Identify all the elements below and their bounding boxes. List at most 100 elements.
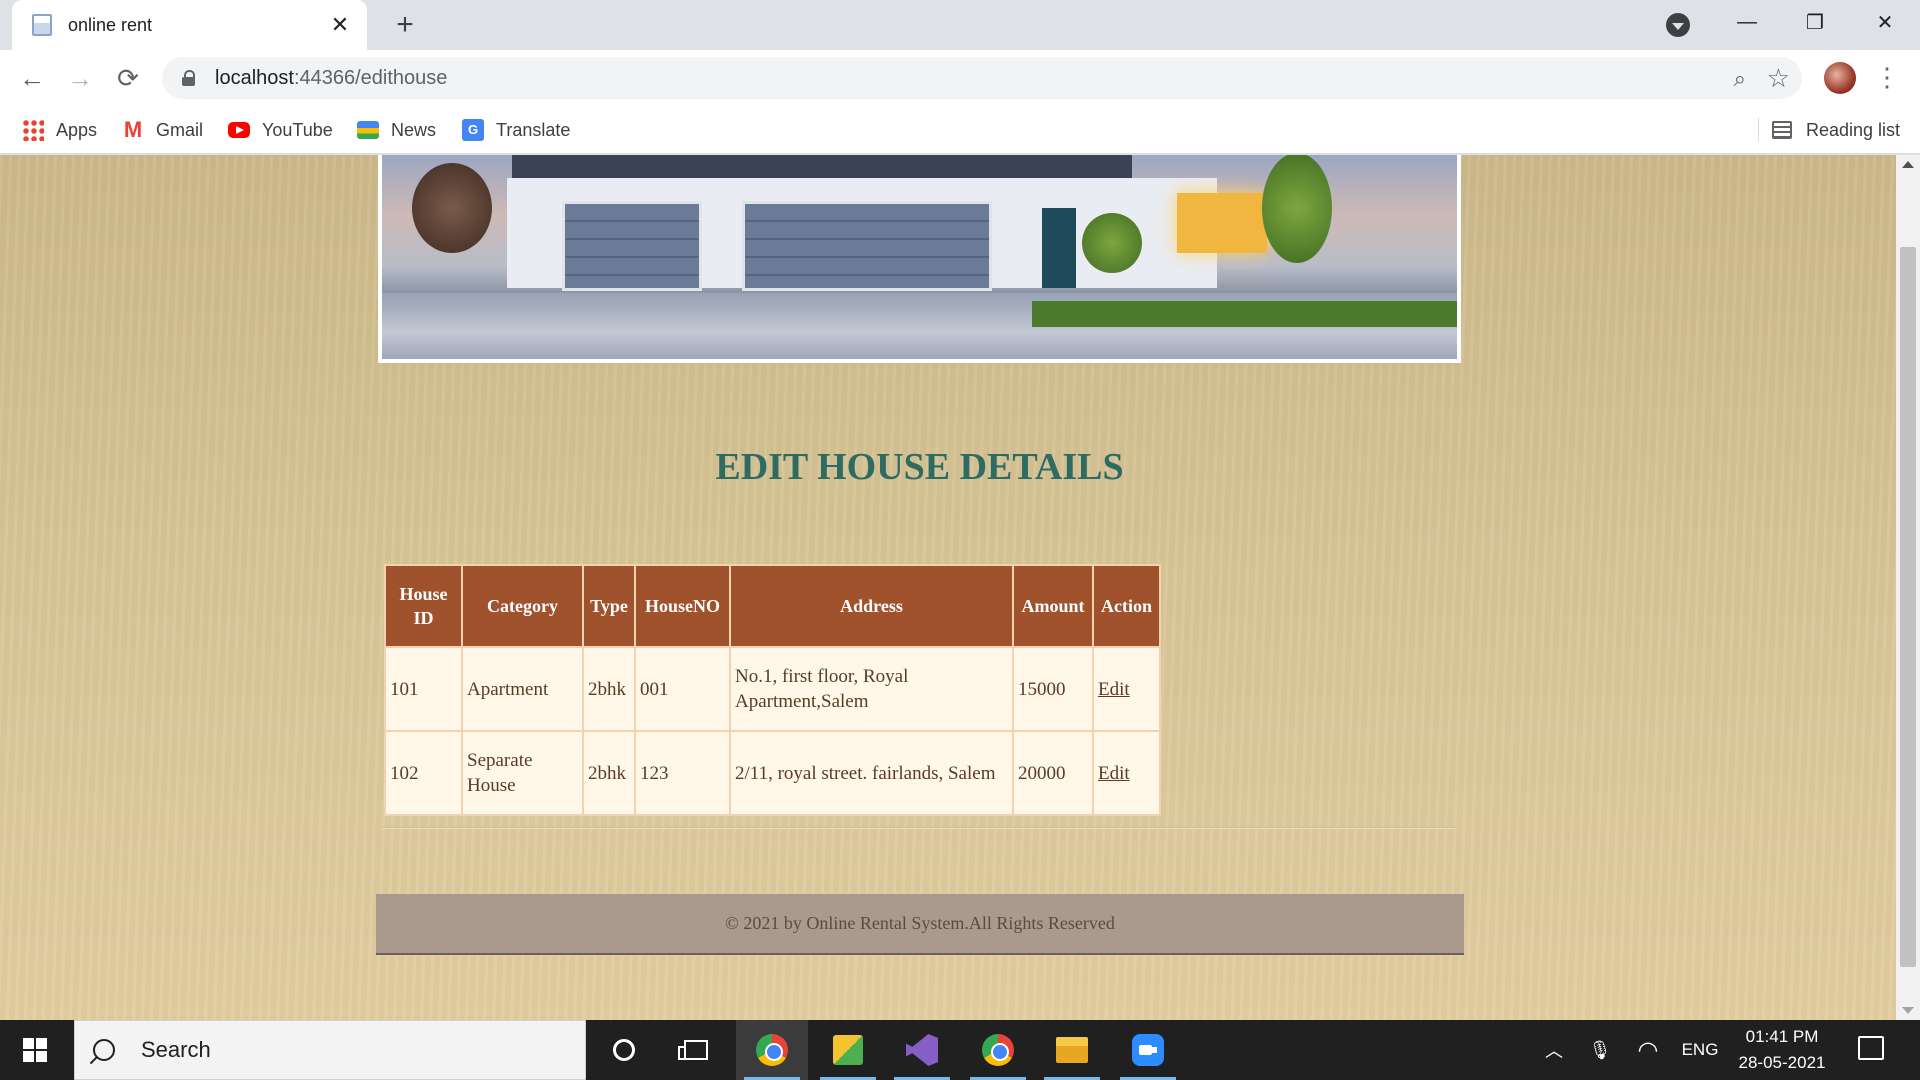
scroll-up-arrow-icon[interactable] bbox=[1902, 161, 1914, 168]
cell-amount: 20000 bbox=[1012, 730, 1094, 816]
bookmark-youtube[interactable]: YouTube bbox=[228, 106, 333, 154]
scroll-down-arrow-icon[interactable] bbox=[1902, 1007, 1914, 1014]
notification-center-icon[interactable] bbox=[1858, 1036, 1884, 1060]
bookmark-news[interactable]: News bbox=[357, 106, 436, 154]
edit-link[interactable]: Edit bbox=[1098, 763, 1130, 784]
visual-studio-icon bbox=[906, 1034, 938, 1066]
taskbar-visual-studio[interactable] bbox=[886, 1020, 958, 1080]
window-restore-button[interactable]: ❐ bbox=[1782, 0, 1848, 44]
cell-action: Edit bbox=[1092, 646, 1161, 732]
table-row: 101 Apartment 2bhk 001 No.1, first floor… bbox=[384, 646, 1161, 732]
url-path: :44366/edithouse bbox=[293, 66, 448, 89]
microphone-icon[interactable]: 🎙 bbox=[1582, 1020, 1618, 1080]
shrub-image bbox=[1082, 213, 1142, 273]
tab-strip: online rent ✕ + — ❐ ✕ bbox=[0, 0, 1920, 50]
page-viewport: EDIT HOUSE DETAILS House ID Category Typ… bbox=[0, 155, 1896, 1020]
reading-list-button[interactable]: Reading list bbox=[1772, 106, 1900, 154]
new-tab-button[interactable]: + bbox=[388, 8, 422, 42]
content-divider bbox=[382, 827, 1455, 829]
taskbar-chrome-active[interactable] bbox=[736, 1020, 808, 1080]
taskbar-xlaunch[interactable] bbox=[812, 1020, 884, 1080]
page-footer: © 2021 by Online Rental System.All Right… bbox=[376, 894, 1464, 955]
house-banner-image bbox=[382, 155, 1457, 359]
header-house-id: House ID bbox=[384, 564, 463, 648]
wifi-icon[interactable]: ◠ bbox=[1630, 1020, 1666, 1080]
bookmark-label: News bbox=[391, 119, 437, 140]
bookmark-gmail[interactable]: M Gmail bbox=[122, 106, 203, 154]
header-banner bbox=[378, 155, 1461, 363]
tree-right-image bbox=[1262, 155, 1332, 263]
header-category: Category bbox=[461, 564, 584, 648]
cell-house-id: 102 bbox=[384, 730, 463, 816]
forward-arrow-icon[interactable]: → bbox=[62, 60, 98, 96]
back-arrow-icon[interactable]: ← bbox=[14, 60, 50, 96]
gmail-icon: M bbox=[123, 117, 143, 142]
task-view-button[interactable] bbox=[660, 1020, 732, 1080]
bookmark-label: YouTube bbox=[262, 119, 333, 140]
xlaunch-icon bbox=[833, 1035, 863, 1065]
cell-house-no: 123 bbox=[634, 730, 731, 816]
cell-action: Edit bbox=[1092, 730, 1161, 816]
header-action: Action bbox=[1092, 564, 1161, 648]
tray-chevron-icon[interactable]: ︿ bbox=[1536, 1020, 1572, 1080]
url-text[interactable]: localhost:44366/edithouse bbox=[215, 67, 447, 90]
taskbar-search-label: Search bbox=[141, 1037, 211, 1062]
table-row: 102 Separate House 2bhk 123 2/11, royal … bbox=[384, 730, 1161, 816]
bookmarks-divider bbox=[1758, 118, 1759, 142]
youtube-icon bbox=[228, 122, 250, 138]
taskbar-chrome[interactable] bbox=[962, 1020, 1034, 1080]
taskbar-file-explorer[interactable] bbox=[1036, 1020, 1108, 1080]
garage-door-left bbox=[562, 201, 702, 291]
vertical-scrollbar[interactable] bbox=[1896, 155, 1920, 1020]
cell-amount: 15000 bbox=[1012, 646, 1094, 732]
bookmark-label: Translate bbox=[496, 119, 571, 140]
bookmark-apps[interactable]: Apps bbox=[22, 106, 97, 154]
language-indicator[interactable]: ENG bbox=[1676, 1020, 1724, 1080]
taskbar-search-box[interactable]: Search bbox=[74, 1020, 586, 1080]
table-header-row: House ID Category Type HouseNO Address A… bbox=[384, 564, 1161, 648]
copyright-text: © 2021 by Online Rental System.All Right… bbox=[725, 913, 1115, 933]
taskbar-zoom[interactable] bbox=[1112, 1020, 1184, 1080]
task-view-icon bbox=[678, 1040, 708, 1060]
profile-avatar[interactable] bbox=[1824, 62, 1856, 94]
start-button[interactable] bbox=[0, 1020, 70, 1080]
zoom-icon[interactable]: ⌕ bbox=[1734, 66, 1746, 92]
cell-house-id: 101 bbox=[384, 646, 463, 732]
lit-window-image bbox=[1177, 193, 1267, 253]
search-icon bbox=[93, 1039, 115, 1061]
tab-title: online rent bbox=[68, 14, 153, 35]
header-type: Type bbox=[582, 564, 636, 648]
address-bar[interactable]: localhost:44366/edithouse ⌕ ☆ bbox=[162, 57, 1802, 99]
tab-close-icon[interactable]: ✕ bbox=[325, 10, 355, 40]
system-clock[interactable]: 01:41 PM 28-05-2021 bbox=[1730, 1024, 1834, 1076]
clock-date: 28-05-2021 bbox=[1738, 1053, 1826, 1072]
cortana-icon bbox=[613, 1039, 635, 1061]
cell-address: No.1, first floor, Royal Apartment,Salem bbox=[729, 646, 1014, 732]
browser-toolbar: ← → ⟳ localhost:44366/edithouse ⌕ ☆ ⋮ bbox=[0, 50, 1920, 106]
reload-icon[interactable]: ⟳ bbox=[110, 60, 146, 96]
cell-address: 2/11, royal street. fairlands, Salem bbox=[729, 730, 1014, 816]
header-house-no: HouseNO bbox=[634, 564, 731, 648]
bookmarks-bar: Apps M Gmail YouTube News G Translate Re… bbox=[0, 106, 1920, 154]
news-icon bbox=[357, 121, 379, 139]
bookmark-label: Apps bbox=[56, 119, 98, 140]
translate-icon: G bbox=[462, 119, 484, 141]
bookmark-star-icon[interactable]: ☆ bbox=[1767, 63, 1790, 94]
folder-icon bbox=[1056, 1037, 1088, 1063]
apps-grid-icon bbox=[22, 119, 44, 141]
tab-search-icon[interactable] bbox=[1666, 13, 1690, 37]
cell-category: Apartment bbox=[461, 646, 584, 732]
window-close-button[interactable]: ✕ bbox=[1852, 0, 1918, 44]
browser-menu-icon[interactable]: ⋮ bbox=[1872, 62, 1902, 94]
bookmark-translate[interactable]: G Translate bbox=[462, 106, 570, 154]
scroll-thumb[interactable] bbox=[1900, 247, 1916, 967]
chrome-icon bbox=[756, 1034, 788, 1066]
edit-link[interactable]: Edit bbox=[1098, 679, 1130, 700]
browser-tab[interactable]: online rent ✕ bbox=[12, 0, 367, 50]
window-minimize-button[interactable]: — bbox=[1714, 0, 1780, 44]
cortana-button[interactable] bbox=[588, 1020, 660, 1080]
lawn-image bbox=[1032, 301, 1457, 327]
lock-icon[interactable] bbox=[182, 70, 195, 86]
header-amount: Amount bbox=[1012, 564, 1094, 648]
cell-type: 2bhk bbox=[582, 646, 636, 732]
